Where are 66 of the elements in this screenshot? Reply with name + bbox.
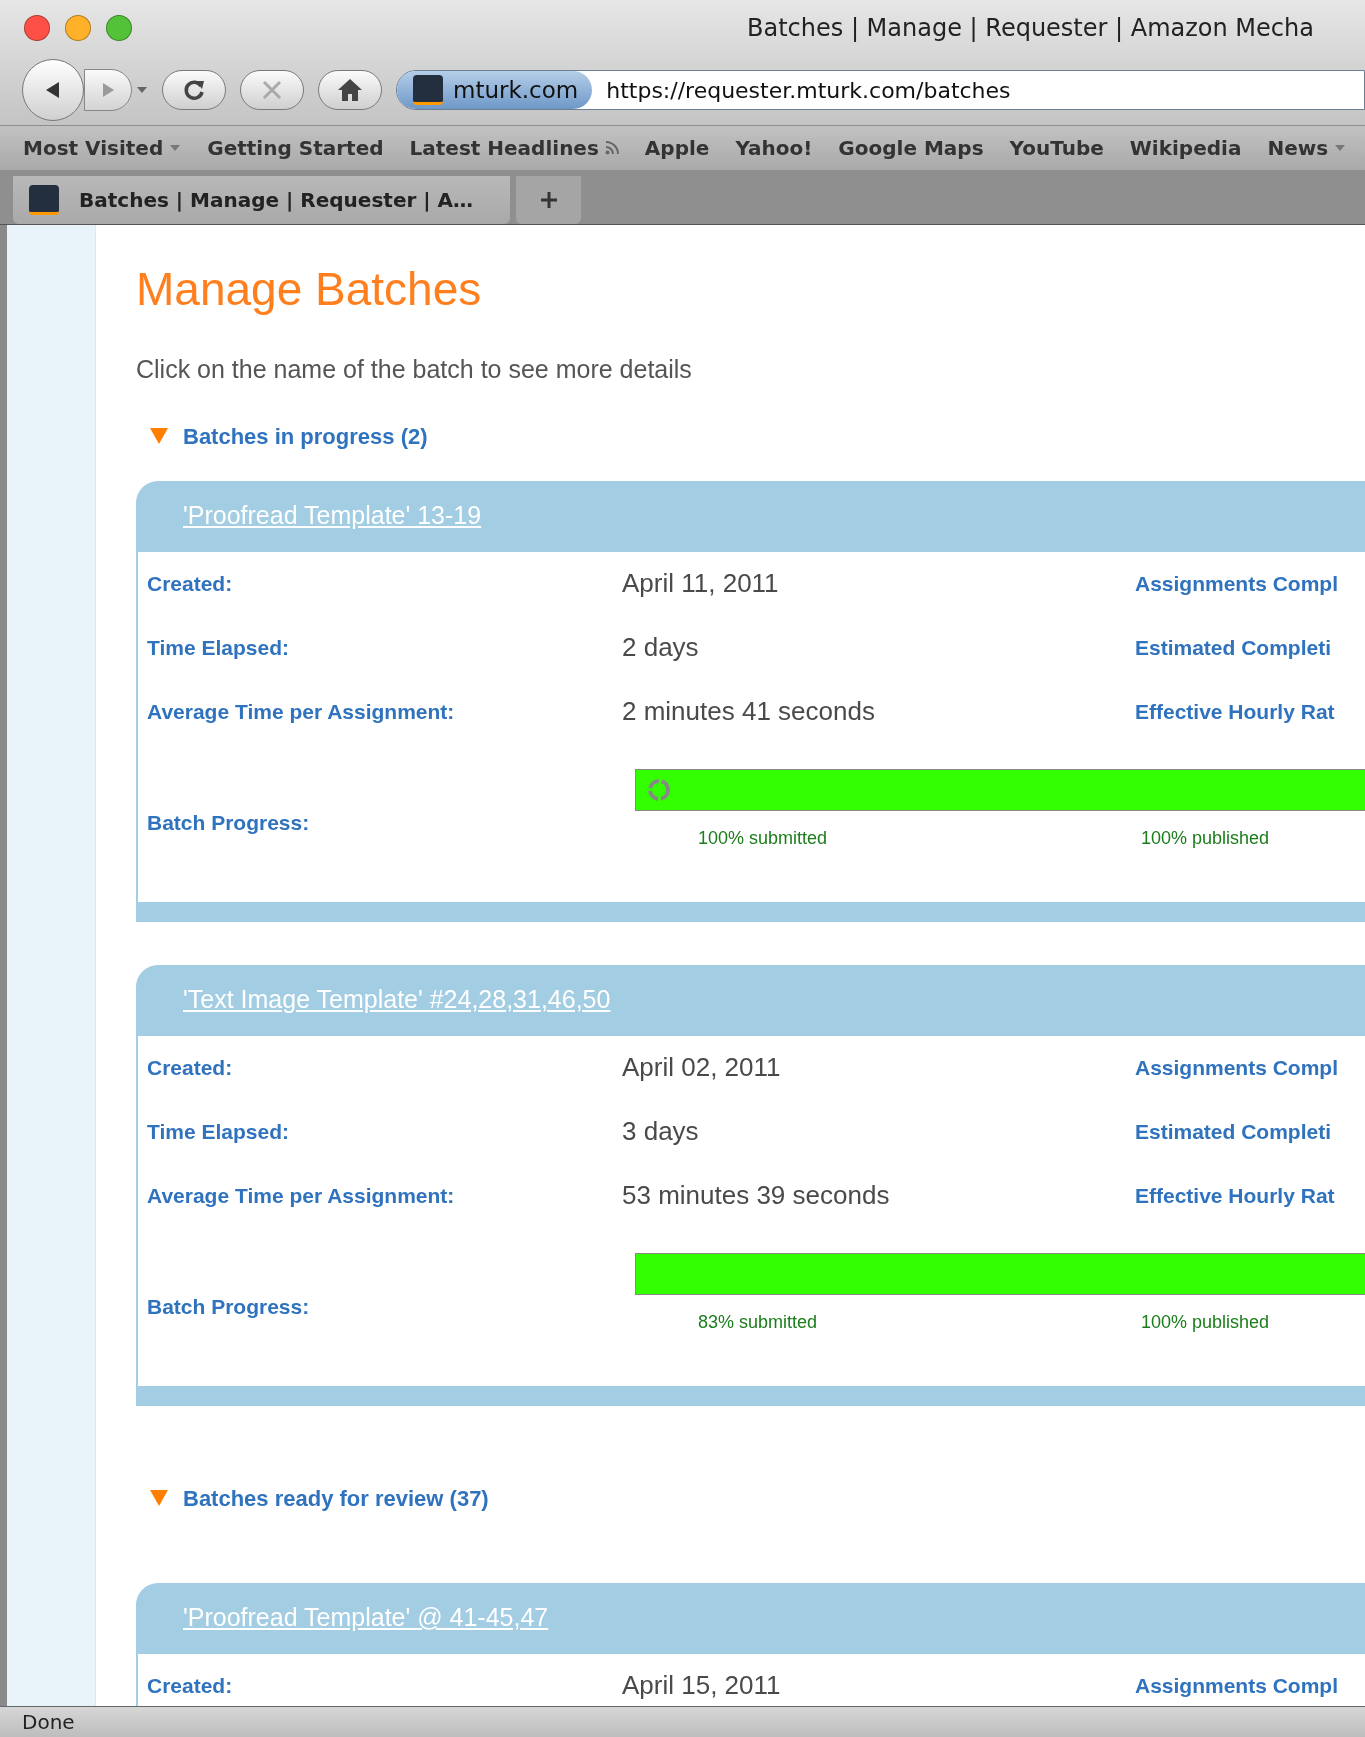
url-text: https://requester.mturk.com/batches (605, 76, 1011, 105)
caret-icon (169, 144, 182, 152)
site-identity-button[interactable]: mturk.com (397, 71, 593, 109)
plus-icon (538, 190, 559, 210)
field-label: Created: (146, 1054, 234, 1081)
field-value: April 02, 2011 (622, 1051, 782, 1084)
field-label: Batch Progress: (147, 1293, 310, 1320)
bookmark-item[interactable]: News (1267, 133, 1347, 163)
field-label: Time Elapsed: (146, 1118, 290, 1145)
site-logo-icon (29, 185, 59, 215)
close-icon (261, 79, 283, 101)
site-identity-text: mturk.com (453, 75, 579, 105)
field-value: 53 minutes 39 seconds (622, 1179, 891, 1212)
page-title: Manage Batches (136, 262, 483, 317)
field-value: April 11, 2011 (622, 567, 780, 600)
page-intro: Click on the name of the batch to see more details (136, 354, 693, 385)
field-label: Average Time per Assignment: (146, 698, 456, 725)
submitted-text: 100% submitted (697, 826, 829, 850)
field-label: Created: (146, 570, 234, 597)
disclosure-triangle-icon (149, 1489, 169, 1507)
minimize-button[interactable] (65, 14, 91, 41)
field-value: 2 minutes 41 seconds (622, 695, 876, 728)
browser-tab[interactable]: Batches | Manage | Requester | A… (13, 176, 510, 224)
section-toggle[interactable]: Batches in progress (2) (136, 419, 1365, 453)
status-text: Done (22, 1709, 75, 1736)
bookmark-item[interactable]: Most Visited (23, 133, 182, 163)
window-title: Batches | Manage | Requester | Amazon Mecha (747, 12, 1314, 44)
bookmark-item[interactable]: Wikipedia (1129, 133, 1242, 163)
field-value: April 15, 2011 (622, 1669, 782, 1702)
published-text: 100% published (1141, 1310, 1270, 1334)
home-icon (337, 78, 363, 102)
bookmark-item[interactable]: Getting Started (207, 133, 384, 163)
field-label: Assignments Compl (1135, 1054, 1339, 1081)
bookmark-item[interactable]: Yahoo! (735, 133, 813, 163)
caret-icon (1334, 144, 1347, 152)
close-button[interactable] (24, 14, 50, 41)
field-label: Estimated Completi (1135, 634, 1332, 661)
field-label: Batch Progress: (147, 809, 310, 836)
field-label: Estimated Completi (1135, 1118, 1332, 1145)
bookmark-item[interactable]: Apple (644, 133, 710, 163)
site-logo-icon (413, 75, 443, 105)
reload-icon (181, 77, 207, 103)
field-label: Created: (146, 1672, 234, 1699)
field-label: Time Elapsed: (146, 634, 290, 661)
reload-button[interactable] (162, 70, 226, 110)
feed-icon (604, 141, 619, 155)
field-label: Average Time per Assignment: (146, 1182, 456, 1209)
disclosure-triangle-icon (149, 427, 169, 445)
field-label: Assignments Compl (1135, 1672, 1339, 1699)
bookmark-item[interactable]: YouTube (1009, 133, 1104, 163)
field-value: 2 days (622, 631, 700, 664)
stop-button[interactable] (240, 70, 304, 110)
bookmark-item[interactable]: Google Maps (838, 133, 984, 163)
zoom-button[interactable] (106, 14, 132, 41)
new-tab-button[interactable] (516, 176, 581, 224)
published-text: 100% published (1141, 826, 1270, 850)
field-label: Assignments Compl (1135, 570, 1339, 597)
section-toggle[interactable]: Batches ready for review (37) (136, 1481, 1365, 1515)
dropdown-caret-icon[interactable] (136, 86, 148, 94)
address-field[interactable]: mturk.com https://requester.mturk.com/batches (396, 70, 1365, 110)
field-value: 3 days (622, 1115, 700, 1148)
field-label: Effective Hourly Rat (1135, 1182, 1335, 1209)
field-label: Effective Hourly Rat (1135, 698, 1335, 725)
submitted-text: 83% submitted (697, 1310, 819, 1334)
home-button[interactable] (318, 70, 382, 110)
bookmark-item[interactable]: Latest Headlines (409, 133, 619, 163)
